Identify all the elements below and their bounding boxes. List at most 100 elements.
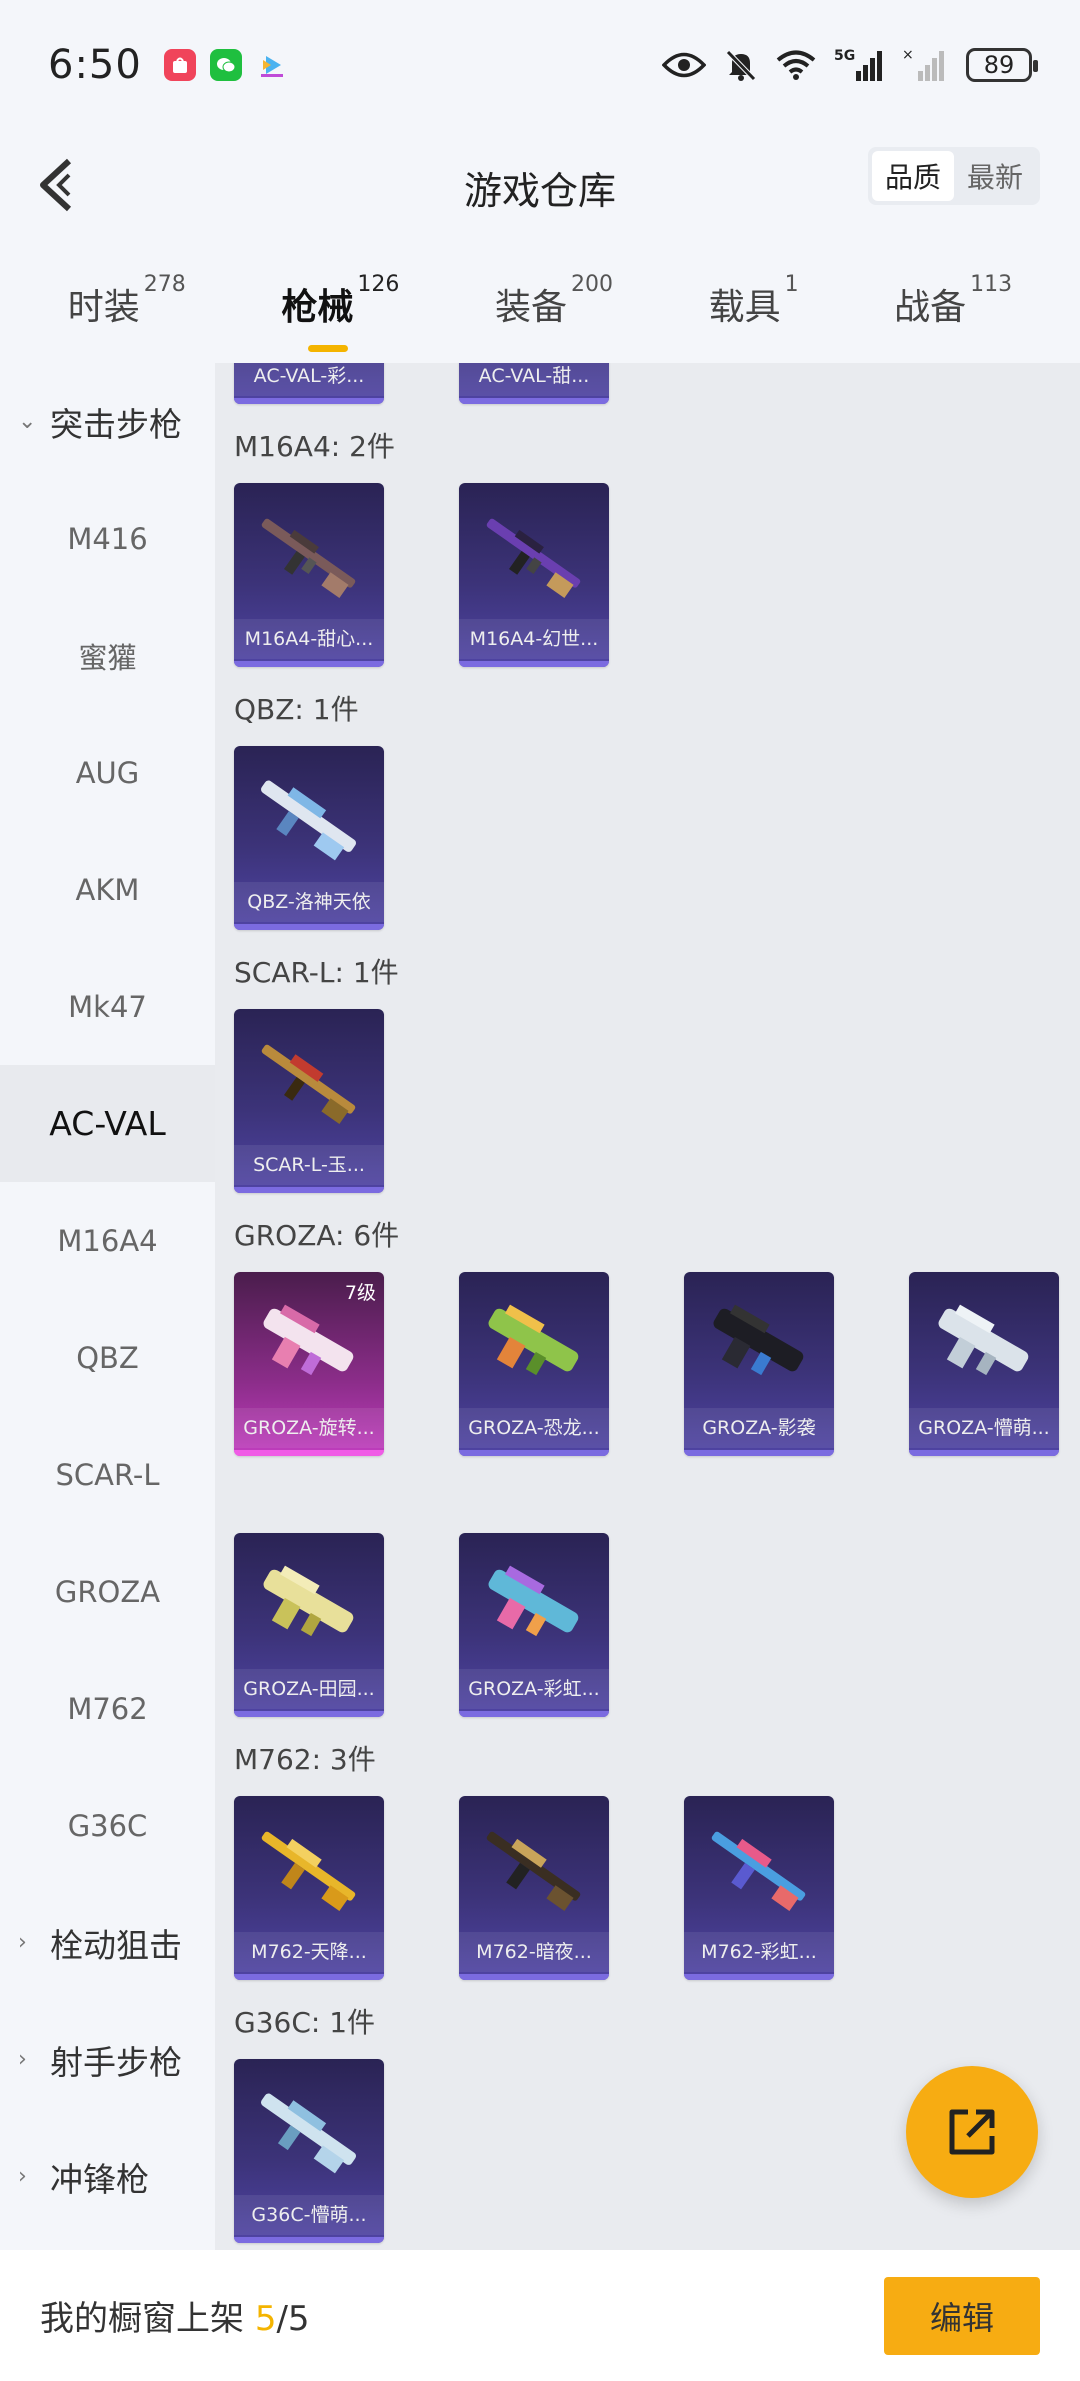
showcase-count: 5 bbox=[254, 2299, 277, 2339]
sidebar-group-smgs[interactable]: › 冲锋枪 bbox=[0, 2118, 215, 2235]
tab-count: 126 bbox=[357, 272, 400, 297]
section-label-qbz: QBZ: 1件 bbox=[234, 693, 359, 726]
tab-supplies[interactable]: 战备 113 bbox=[894, 272, 1012, 330]
status-time: 6:50 bbox=[48, 42, 142, 88]
eye-icon bbox=[662, 52, 706, 78]
chevron-right-icon: › bbox=[18, 2164, 27, 2189]
section-label-m16a4: M16A4: 2件 bbox=[234, 430, 395, 463]
tab-count: 1 bbox=[784, 272, 799, 297]
skin-card[interactable]: QBZ-洛神天依 bbox=[234, 746, 384, 930]
svg-text:×: × bbox=[902, 47, 914, 63]
sidebar-item-m416[interactable]: M416 bbox=[0, 480, 215, 597]
showcase-label: 我的橱窗上架 bbox=[40, 2299, 255, 2339]
section-label-groza: GROZA: 6件 bbox=[234, 1219, 400, 1252]
sidebar-item-ac-val[interactable]: AC-VAL bbox=[0, 1065, 215, 1182]
sidebar-item-g36c[interactable]: G36C bbox=[0, 1767, 215, 1884]
skin-card[interactable]: GROZA-影袭 bbox=[684, 1272, 834, 1456]
skin-card[interactable]: M762-彩虹... bbox=[684, 1796, 834, 1980]
showcase-total: /5 bbox=[276, 2299, 310, 2339]
rifle-skin-icon bbox=[261, 1831, 356, 1912]
sort-by-newest-button[interactable]: 最新 bbox=[954, 151, 1036, 201]
system-status-icons: 5G × 89 bbox=[662, 47, 1038, 83]
skin-card-name: GROZA-旋转... bbox=[234, 1408, 384, 1448]
sidebar-item-m762[interactable]: M762 bbox=[0, 1650, 215, 1767]
skin-card-name: M762-天降... bbox=[234, 1932, 384, 1972]
edit-button[interactable]: 编辑 bbox=[884, 2276, 1040, 2355]
tab-firearms[interactable]: 枪械 126 bbox=[281, 272, 399, 352]
sidebar-item-scar-l[interactable]: SCAR-L bbox=[0, 1416, 215, 1533]
skin-card[interactable]: GROZA-彩虹... bbox=[459, 1533, 609, 1717]
section-label-m762: M762: 3件 bbox=[234, 1743, 376, 1776]
skin-card-name: GROZA-懵萌... bbox=[909, 1408, 1059, 1448]
skin-card[interactable]: G36C-懵萌... bbox=[234, 2059, 384, 2243]
tab-equipment[interactable]: 装备 200 bbox=[494, 272, 613, 330]
weapon-skin-grid: AC-VAL-彩... AC-VAL-甜... M16A4: 2件 M16A4-… bbox=[215, 363, 1080, 2250]
battery-indicator: 89 bbox=[966, 48, 1038, 82]
video-app-icon bbox=[256, 49, 288, 81]
wifi-icon bbox=[776, 50, 816, 80]
skin-card[interactable]: M762-天降... bbox=[234, 1796, 384, 1980]
sidebar-group-label: 突击步枪 bbox=[50, 404, 182, 444]
skin-card[interactable]: SCAR-L-玉... bbox=[234, 1009, 384, 1193]
tab-fashion[interactable]: 时装 278 bbox=[67, 272, 186, 330]
skin-card-name: GROZA-恐龙... bbox=[459, 1408, 609, 1448]
category-tabs: 时装 278 枪械 126 装备 200 载具 1 战备 113 bbox=[0, 245, 1080, 363]
share-fab-button[interactable] bbox=[906, 2066, 1038, 2198]
rifle-skin-icon bbox=[261, 2093, 357, 2174]
chevron-right-icon: › bbox=[18, 2047, 27, 2072]
sidebar-item-mk47[interactable]: Mk47 bbox=[0, 948, 215, 1065]
skin-card[interactable]: GROZA-田园... bbox=[234, 1533, 384, 1717]
tab-count: 200 bbox=[570, 272, 613, 297]
sidebar-item-m16a4[interactable]: M16A4 bbox=[0, 1182, 215, 1299]
rifle-skin-icon bbox=[938, 1304, 1029, 1376]
network-type: 5G bbox=[834, 48, 855, 64]
rifle-skin-icon bbox=[261, 518, 356, 599]
wechat-icon bbox=[209, 49, 242, 81]
skin-card[interactable]: GROZA-懵萌... bbox=[909, 1272, 1059, 1456]
sidebar-item-aug[interactable]: AUG bbox=[0, 714, 215, 831]
sidebar-group-label: 射手步枪 bbox=[50, 2042, 182, 2082]
skin-card[interactable]: M16A4-幻世... bbox=[459, 483, 609, 667]
skin-card[interactable]: 7级 GROZA-旋转... bbox=[234, 1272, 384, 1456]
skin-card-name: AC-VAL-甜... bbox=[459, 363, 609, 396]
skin-card[interactable]: AC-VAL-甜... bbox=[459, 363, 609, 404]
rifle-skin-icon bbox=[486, 518, 581, 599]
skin-card-name: M16A4-甜心... bbox=[234, 619, 384, 659]
weapon-sidebar: ⌄ 突击步枪 M416 蜜獾 AUG AKM Mk47 AC-VAL M16A4… bbox=[0, 363, 215, 2250]
rifle-skin-icon bbox=[711, 1831, 806, 1912]
rifle-skin-icon bbox=[488, 1565, 579, 1637]
sidebar-group-assault-rifles[interactable]: ⌄ 突击步枪 bbox=[0, 363, 215, 480]
status-bar: 6:50 5G × 89 bbox=[0, 0, 1080, 130]
tab-vehicles[interactable]: 载具 1 bbox=[709, 272, 799, 330]
sidebar-item-akm[interactable]: AKM bbox=[0, 831, 215, 948]
section-label-scar-l: SCAR-L: 1件 bbox=[234, 956, 399, 989]
sort-by-quality-button[interactable]: 品质 bbox=[872, 151, 954, 201]
sidebar-group-marksman-rifles[interactable]: › 射手步枪 bbox=[0, 2001, 215, 2118]
tab-label: 装备 bbox=[494, 287, 567, 328]
skin-card-name: M762-暗夜... bbox=[459, 1932, 609, 1972]
battery-level: 89 bbox=[983, 51, 1015, 79]
tab-label: 枪械 bbox=[281, 287, 354, 328]
rifle-skin-icon bbox=[713, 1304, 804, 1376]
sidebar-item-qbz[interactable]: QBZ bbox=[0, 1299, 215, 1416]
skin-card-name: M16A4-幻世... bbox=[459, 619, 609, 659]
rifle-skin-icon bbox=[263, 1565, 354, 1637]
bell-muted-icon bbox=[726, 50, 756, 81]
sidebar-item-honey-badger[interactable]: 蜜獾 bbox=[0, 597, 215, 714]
skin-card[interactable]: M16A4-甜心... bbox=[234, 483, 384, 667]
tab-label: 时装 bbox=[67, 287, 140, 328]
skin-card[interactable]: M762-暗夜... bbox=[459, 1796, 609, 1980]
signal-empty-icon: × bbox=[902, 47, 944, 81]
sidebar-group-label: 冲锋枪 bbox=[50, 2159, 149, 2199]
skin-card[interactable]: GROZA-恐龙... bbox=[459, 1272, 609, 1456]
sidebar-group-bolt-action-snipers[interactable]: › 栓动狙击 bbox=[0, 1884, 215, 2001]
signal-5g-icon: 5G bbox=[834, 48, 882, 81]
showcase-status: 我的橱窗上架 5/5 bbox=[40, 2291, 310, 2340]
sidebar-item-groza[interactable]: GROZA bbox=[0, 1533, 215, 1650]
tab-count: 278 bbox=[143, 272, 186, 297]
skin-card[interactable]: AC-VAL-彩... bbox=[234, 363, 384, 404]
rifle-skin-icon bbox=[486, 1831, 581, 1912]
sort-toggle: 品质 最新 bbox=[868, 147, 1040, 205]
header: 游戏仓库 品质 最新 bbox=[0, 130, 1080, 245]
shopping-app-icon bbox=[163, 49, 196, 81]
